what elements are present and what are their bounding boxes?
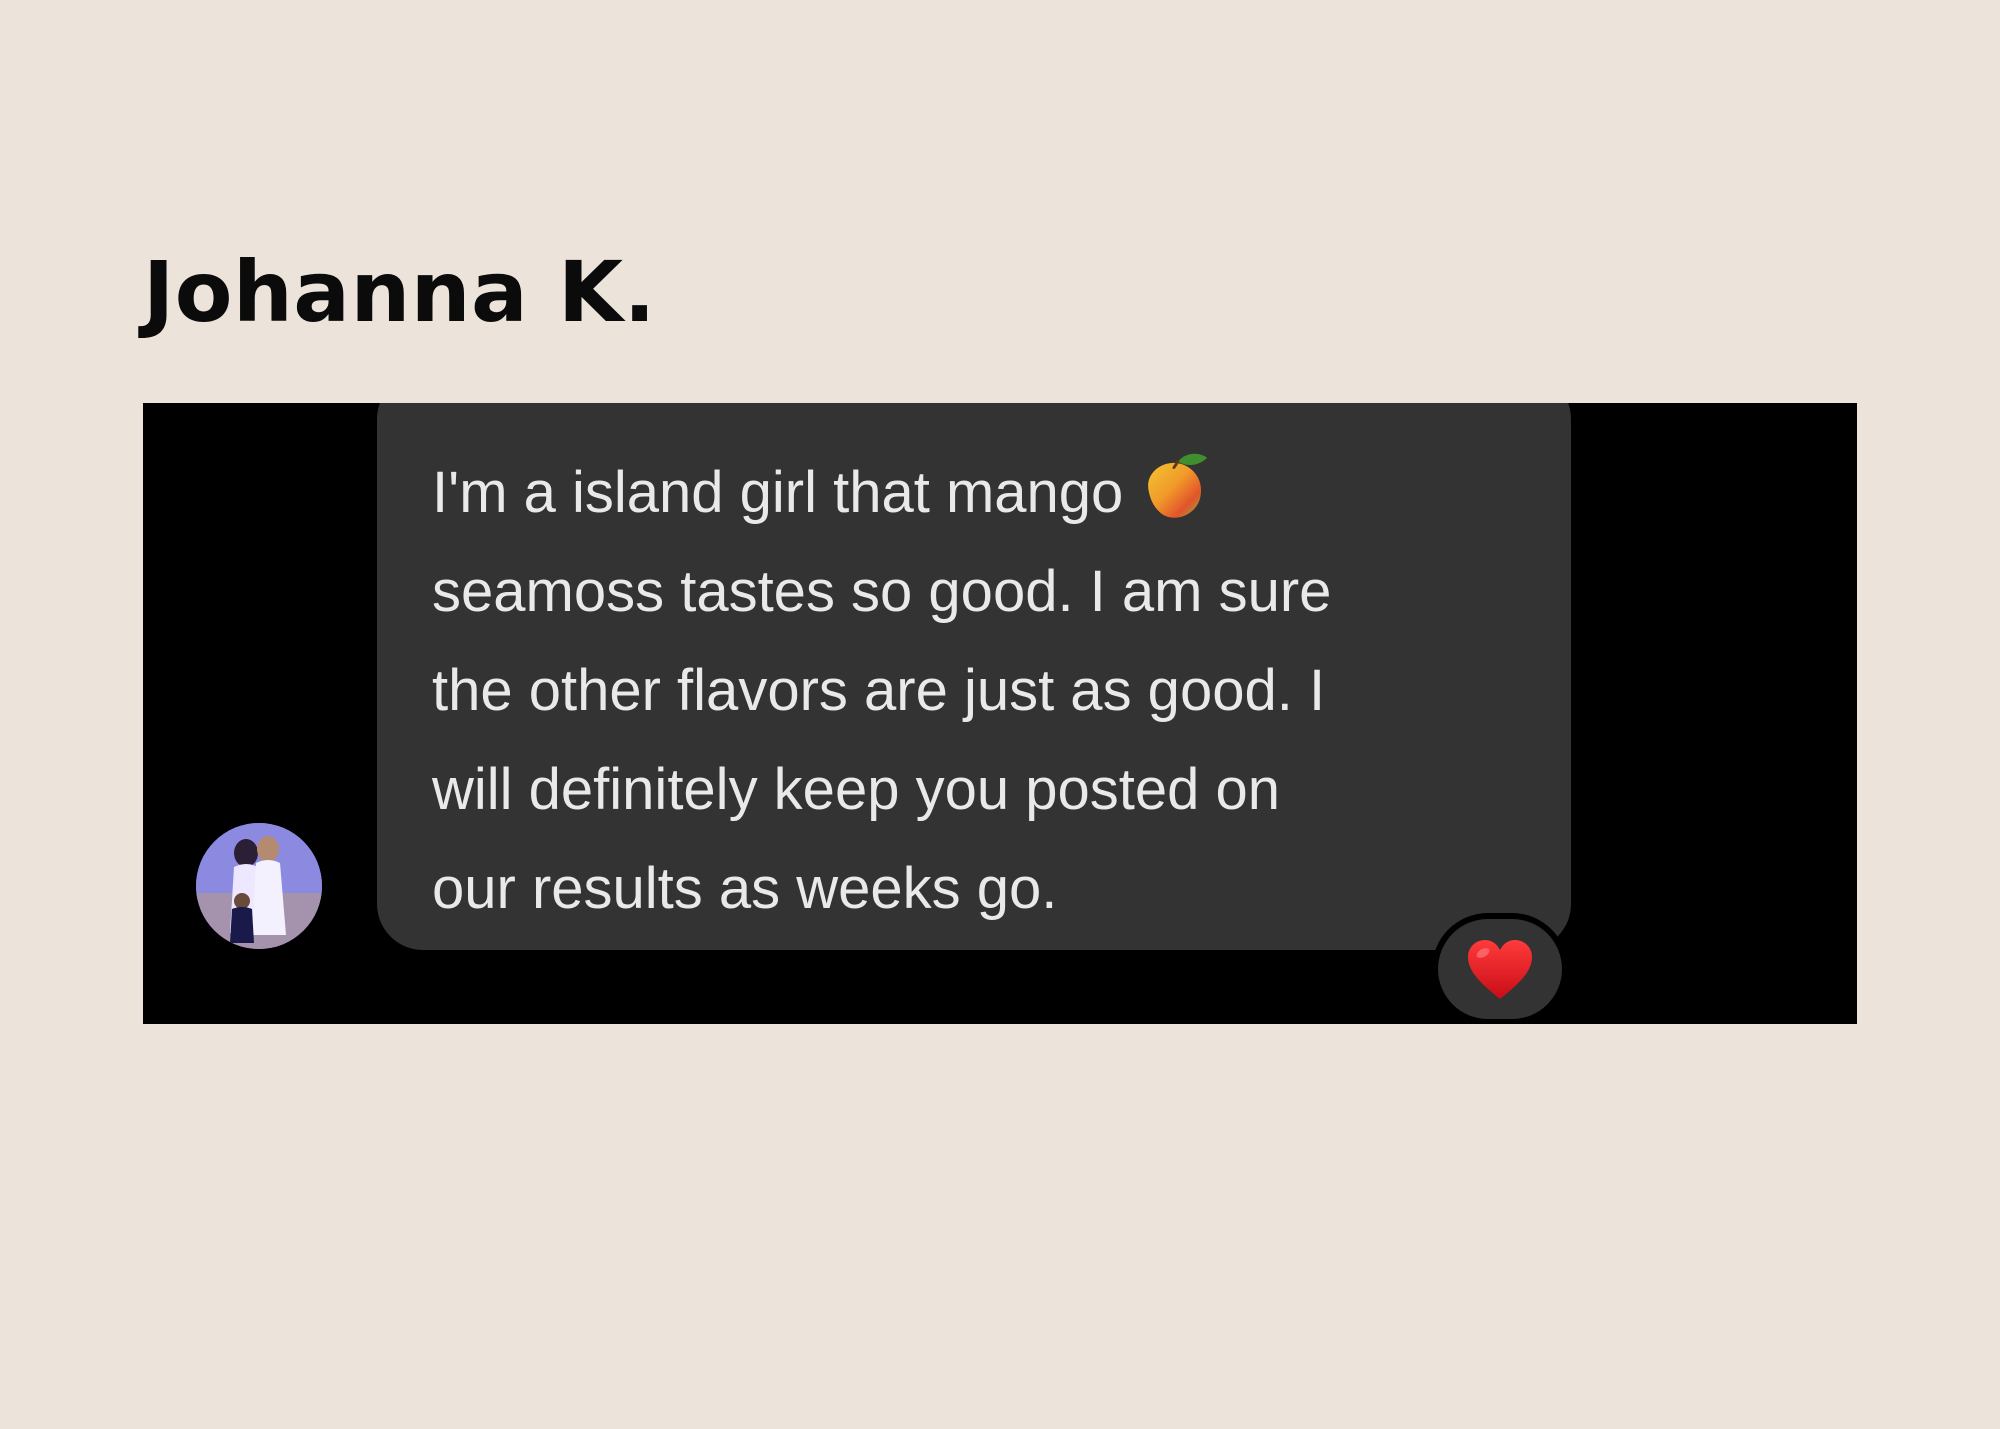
- reaction-badge[interactable]: [1438, 919, 1562, 1019]
- message-line: I'm a island girl that mango: [432, 460, 1124, 525]
- avatar-photo: [196, 823, 322, 949]
- message-text: I'm a island girl that mango seamoss tas…: [432, 443, 1532, 938]
- message-line: the other flavors are just as good. I: [432, 658, 1326, 723]
- message-bubble[interactable]: I'm a island girl that mango seamoss tas…: [377, 403, 1571, 950]
- message-line: will definitely keep you posted on: [432, 757, 1280, 822]
- mango-emoji-icon: [1148, 453, 1208, 518]
- message-line: seamoss tastes so good. I am sure: [432, 559, 1332, 624]
- avatar[interactable]: [196, 823, 322, 949]
- reviewer-name: Johanna K.: [143, 243, 656, 341]
- message-line: our results as weeks go.: [432, 856, 1058, 921]
- heart-icon: [1468, 940, 1532, 999]
- chat-screenshot: I'm a island girl that mango seamoss tas…: [143, 403, 1857, 1024]
